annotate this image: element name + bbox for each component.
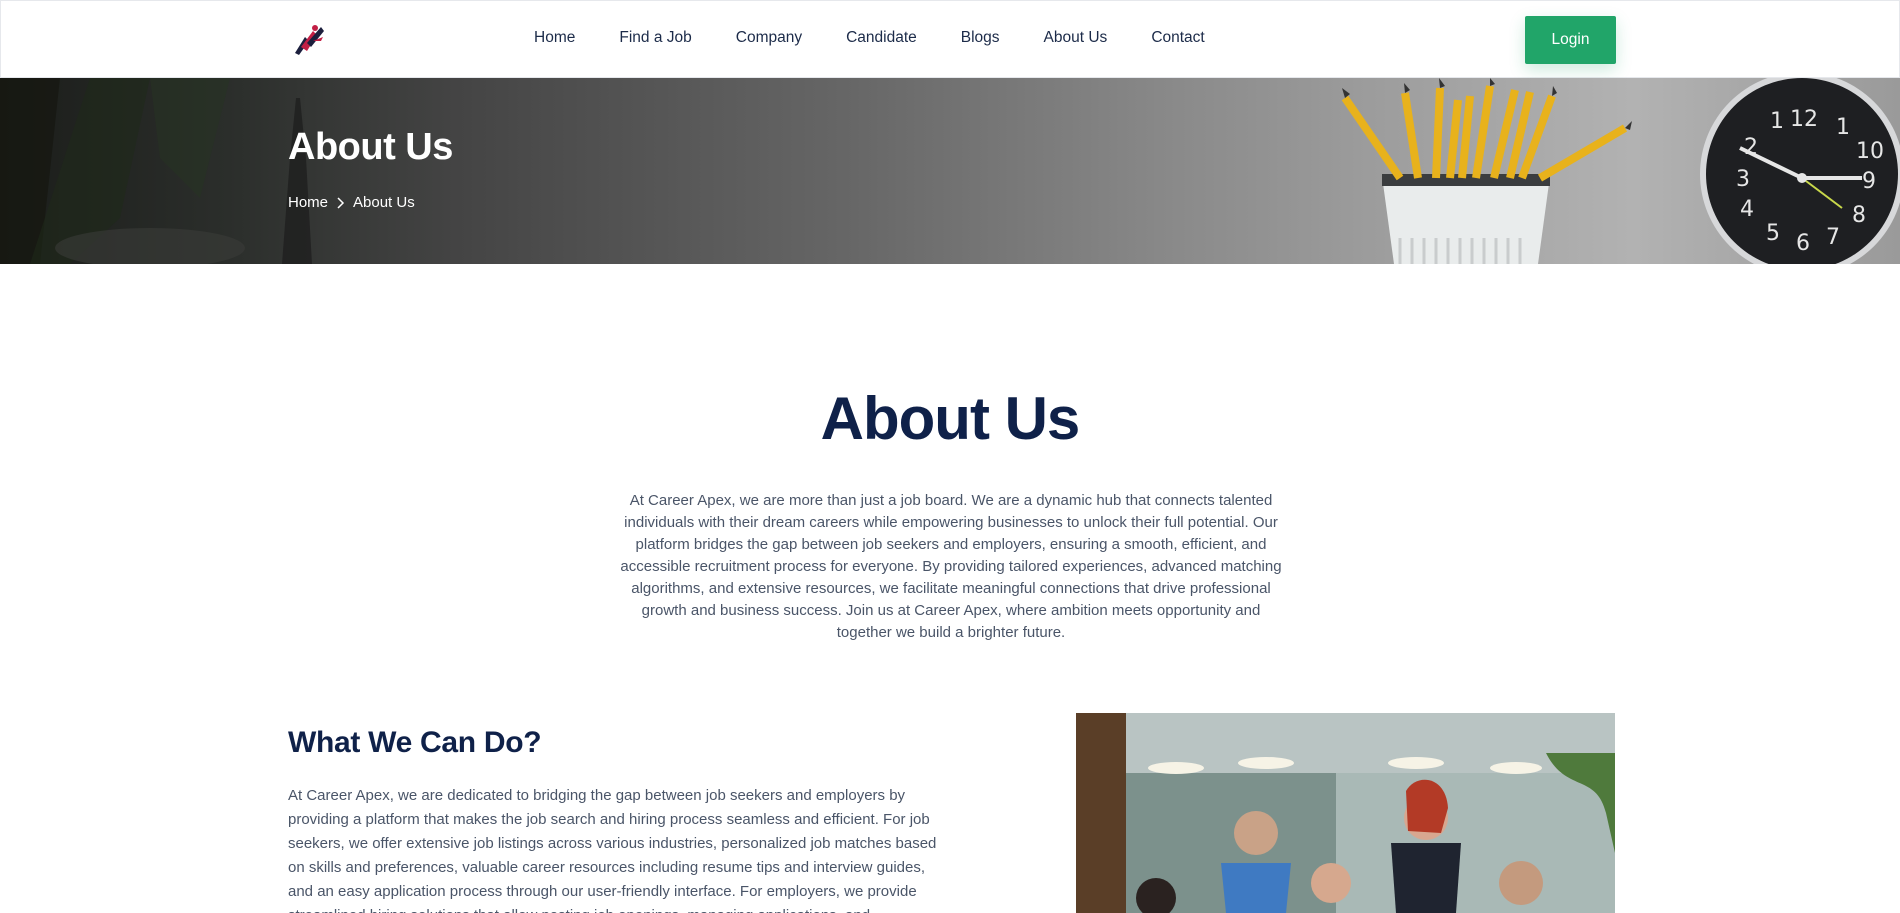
svg-text:6: 6 [1796,231,1810,256]
nav-candidate[interactable]: Candidate [846,29,917,47]
banner-background-image: 12 110 987 654 321 [0,78,1900,264]
nav-find-a-job[interactable]: Find a Job [619,29,691,47]
nav-company[interactable]: Company [736,29,802,47]
svg-text:1: 1 [1770,109,1784,134]
about-title: About Us [820,385,1081,452]
svg-text:12: 12 [1790,107,1818,132]
svg-text:3: 3 [1736,167,1750,192]
login-button[interactable]: Login [1525,16,1616,64]
breadcrumb: Home About Us [288,194,415,211]
svg-text:9: 9 [1862,169,1876,194]
office-team-image [1076,713,1615,913]
page-banner: 12 1 10 987 654 321 About Us Home About Us [0,78,1900,264]
svg-text:10: 10 [1856,139,1884,164]
what-we-do-title: What We Can Do? [288,726,542,759]
banner-title: About Us [288,126,453,168]
site-header: Home Find a Job Company Candidate Blogs … [0,0,1900,78]
svg-text:1: 1 [1836,115,1850,140]
career-apex-logo-icon[interactable] [291,23,327,57]
chevron-right-icon [337,196,345,209]
svg-text:7: 7 [1826,225,1840,250]
what-we-do-description: At Career Apex, we are dedicated to brid… [288,787,937,913]
about-description: At Career Apex, we are more than just a … [620,492,1282,641]
nav-home[interactable]: Home [534,29,575,47]
breadcrumb-current: About Us [353,194,415,211]
breadcrumb-home-link[interactable]: Home [288,194,328,211]
nav-about-us[interactable]: About Us [1044,29,1108,47]
svg-text:4: 4 [1740,197,1754,222]
svg-text:5: 5 [1766,221,1780,246]
nav-blogs[interactable]: Blogs [961,29,1000,47]
nav-contact[interactable]: Contact [1151,29,1204,47]
main-nav: Home Find a Job Company Candidate Blogs … [534,1,1249,75]
svg-text:8: 8 [1852,203,1866,228]
